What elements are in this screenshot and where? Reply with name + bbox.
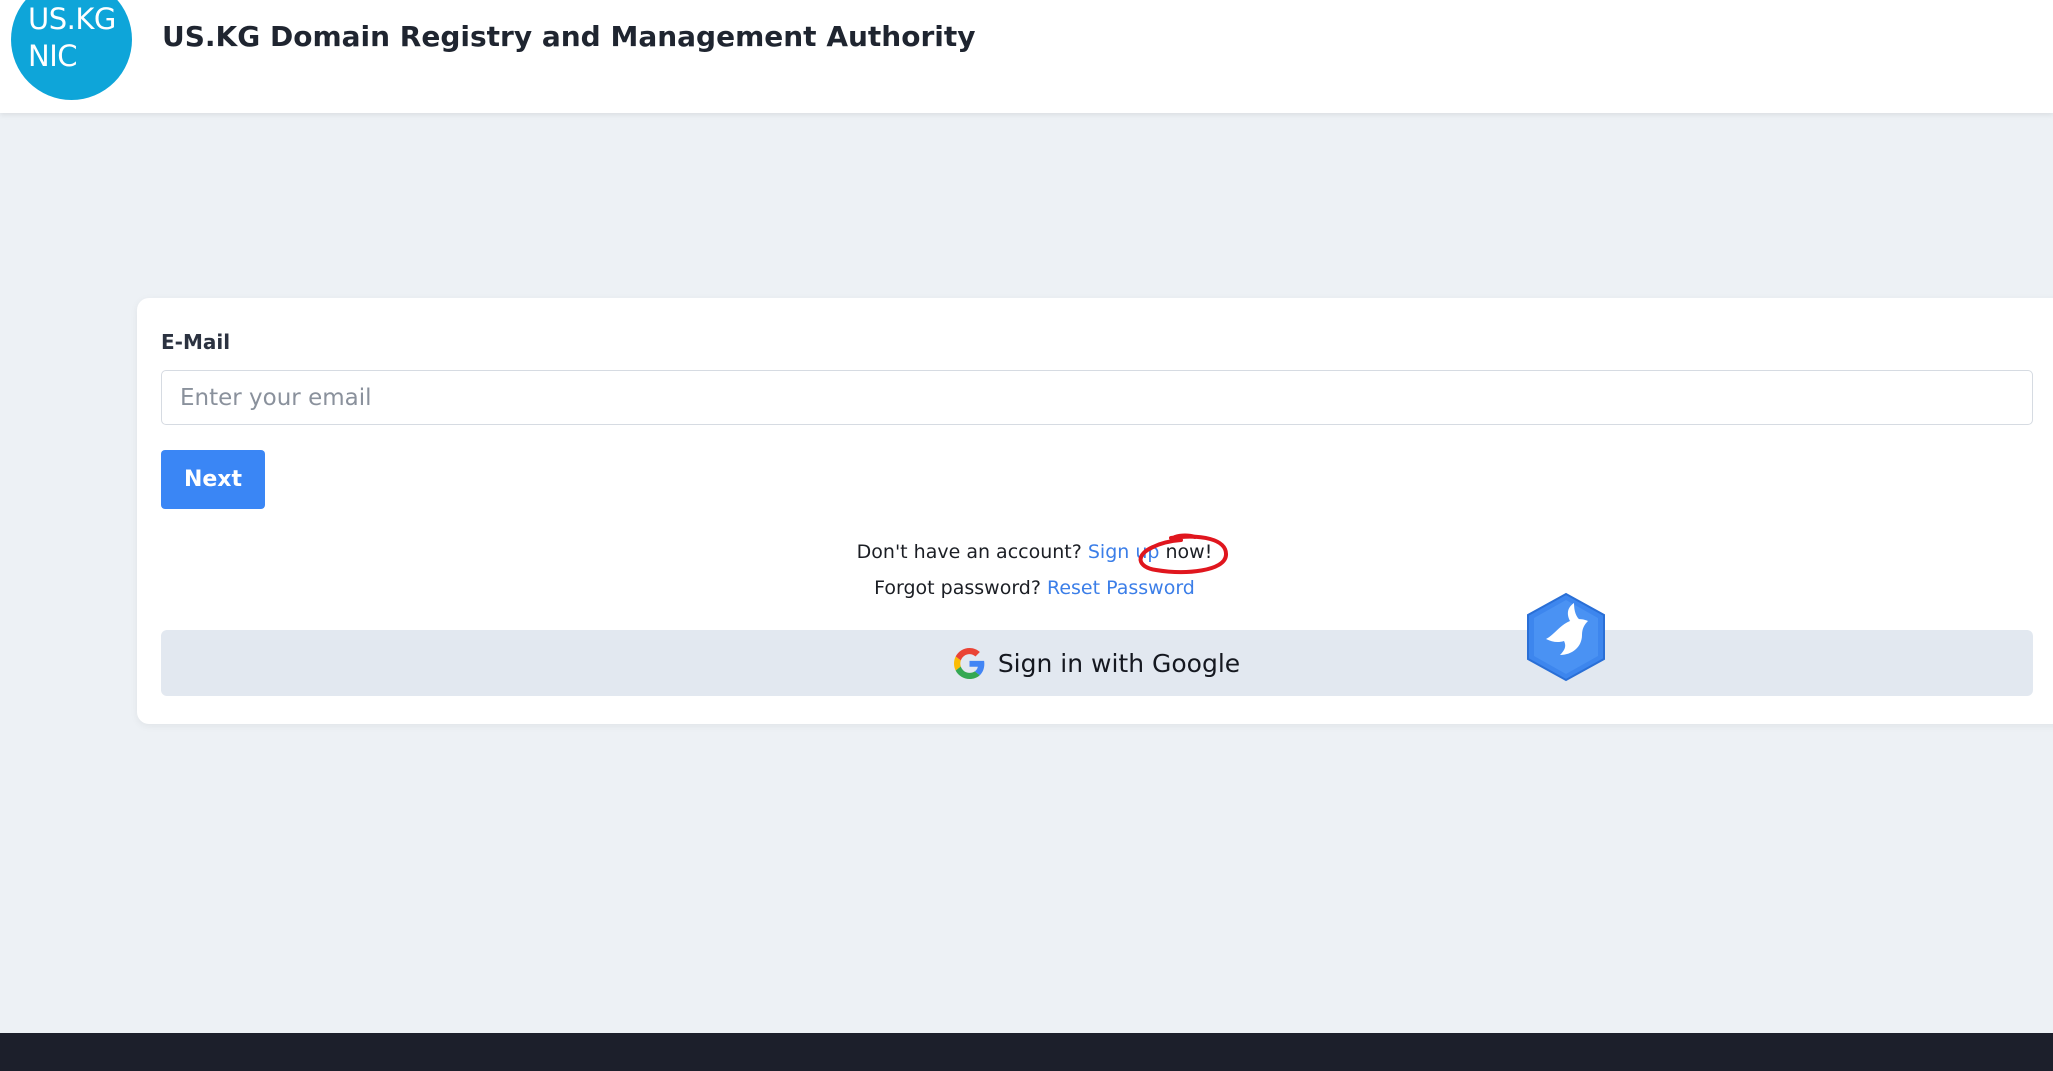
site-footer bbox=[0, 1033, 2053, 1071]
email-label: E-Mail bbox=[161, 330, 231, 354]
google-signin-label: Sign in with Google bbox=[997, 648, 1241, 678]
logo-text-line2: NIC bbox=[28, 39, 78, 73]
email-input[interactable] bbox=[161, 370, 2033, 425]
logo-text-line1: US.KG bbox=[28, 2, 116, 36]
site-title: US.KG Domain Registry and Management Aut… bbox=[162, 20, 976, 53]
logo-icon[interactable]: US.KG NIC bbox=[11, 0, 132, 100]
signup-link[interactable]: Sign up bbox=[1088, 541, 1160, 563]
site-header: US.KG NIC US.KG Domain Registry and Mana… bbox=[0, 0, 2053, 113]
signup-prefix: Don't have an account? bbox=[856, 541, 1082, 563]
forgot-prefix: Forgot password? bbox=[874, 577, 1041, 599]
bird-icon[interactable] bbox=[1524, 591, 1608, 683]
google-signin-button[interactable]: Sign in with Google bbox=[161, 630, 2033, 696]
google-icon bbox=[953, 647, 985, 679]
signup-suffix: now! bbox=[1165, 541, 1213, 563]
reset-password-link[interactable]: Reset Password bbox=[1047, 577, 1195, 599]
next-button[interactable]: Next bbox=[161, 450, 265, 509]
forgot-password-prompt: Forgot password? Reset Password bbox=[137, 577, 1932, 599]
signup-prompt: Don't have an account? Sign up now! bbox=[137, 541, 1932, 563]
login-card: E-Mail Next Don't have an account? Sign … bbox=[137, 298, 2053, 724]
